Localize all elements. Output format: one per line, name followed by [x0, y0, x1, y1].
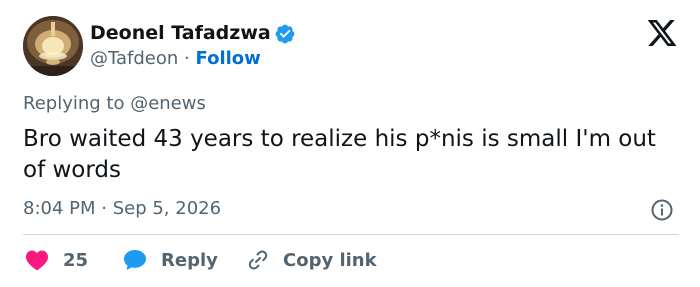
- speech-bubble-icon: [124, 250, 146, 270]
- like-button[interactable]: 25: [25, 246, 88, 274]
- verified-badge-icon: [275, 24, 295, 44]
- tweet-timestamp[interactable]: 8:04 PM · Sep 5, 2026: [23, 198, 221, 219]
- divider: [23, 234, 679, 235]
- chandelier-photo: [23, 16, 83, 76]
- info-icon[interactable]: [650, 198, 674, 222]
- replying-to: Replying to @enews: [23, 93, 206, 114]
- copy-link-button[interactable]: Copy link: [246, 246, 377, 274]
- author-handle-row: @Tafdeon · Follow: [90, 48, 261, 69]
- avatar[interactable]: [23, 16, 83, 76]
- copy-link-label: Copy link: [283, 249, 377, 271]
- like-count: 25: [63, 249, 89, 271]
- heart-icon: [26, 250, 48, 271]
- follow-link[interactable]: Follow: [196, 48, 261, 69]
- tweet-text: Bro waited 43 years to realize his p*nis…: [23, 126, 656, 183]
- reply-button[interactable]: Reply: [122, 246, 218, 274]
- author-display-name[interactable]: Deonel Tafadzwa: [90, 22, 271, 44]
- reply-label: Reply: [161, 249, 218, 271]
- author-handle[interactable]: @Tafdeon: [90, 48, 178, 69]
- link-icon: [248, 250, 268, 270]
- embedded-tweet: Deonel Tafadzwa @Tafdeon · Follow Replyi…: [0, 0, 700, 287]
- x-logo-icon[interactable]: [646, 17, 678, 49]
- separator-dot: ·: [184, 48, 190, 69]
